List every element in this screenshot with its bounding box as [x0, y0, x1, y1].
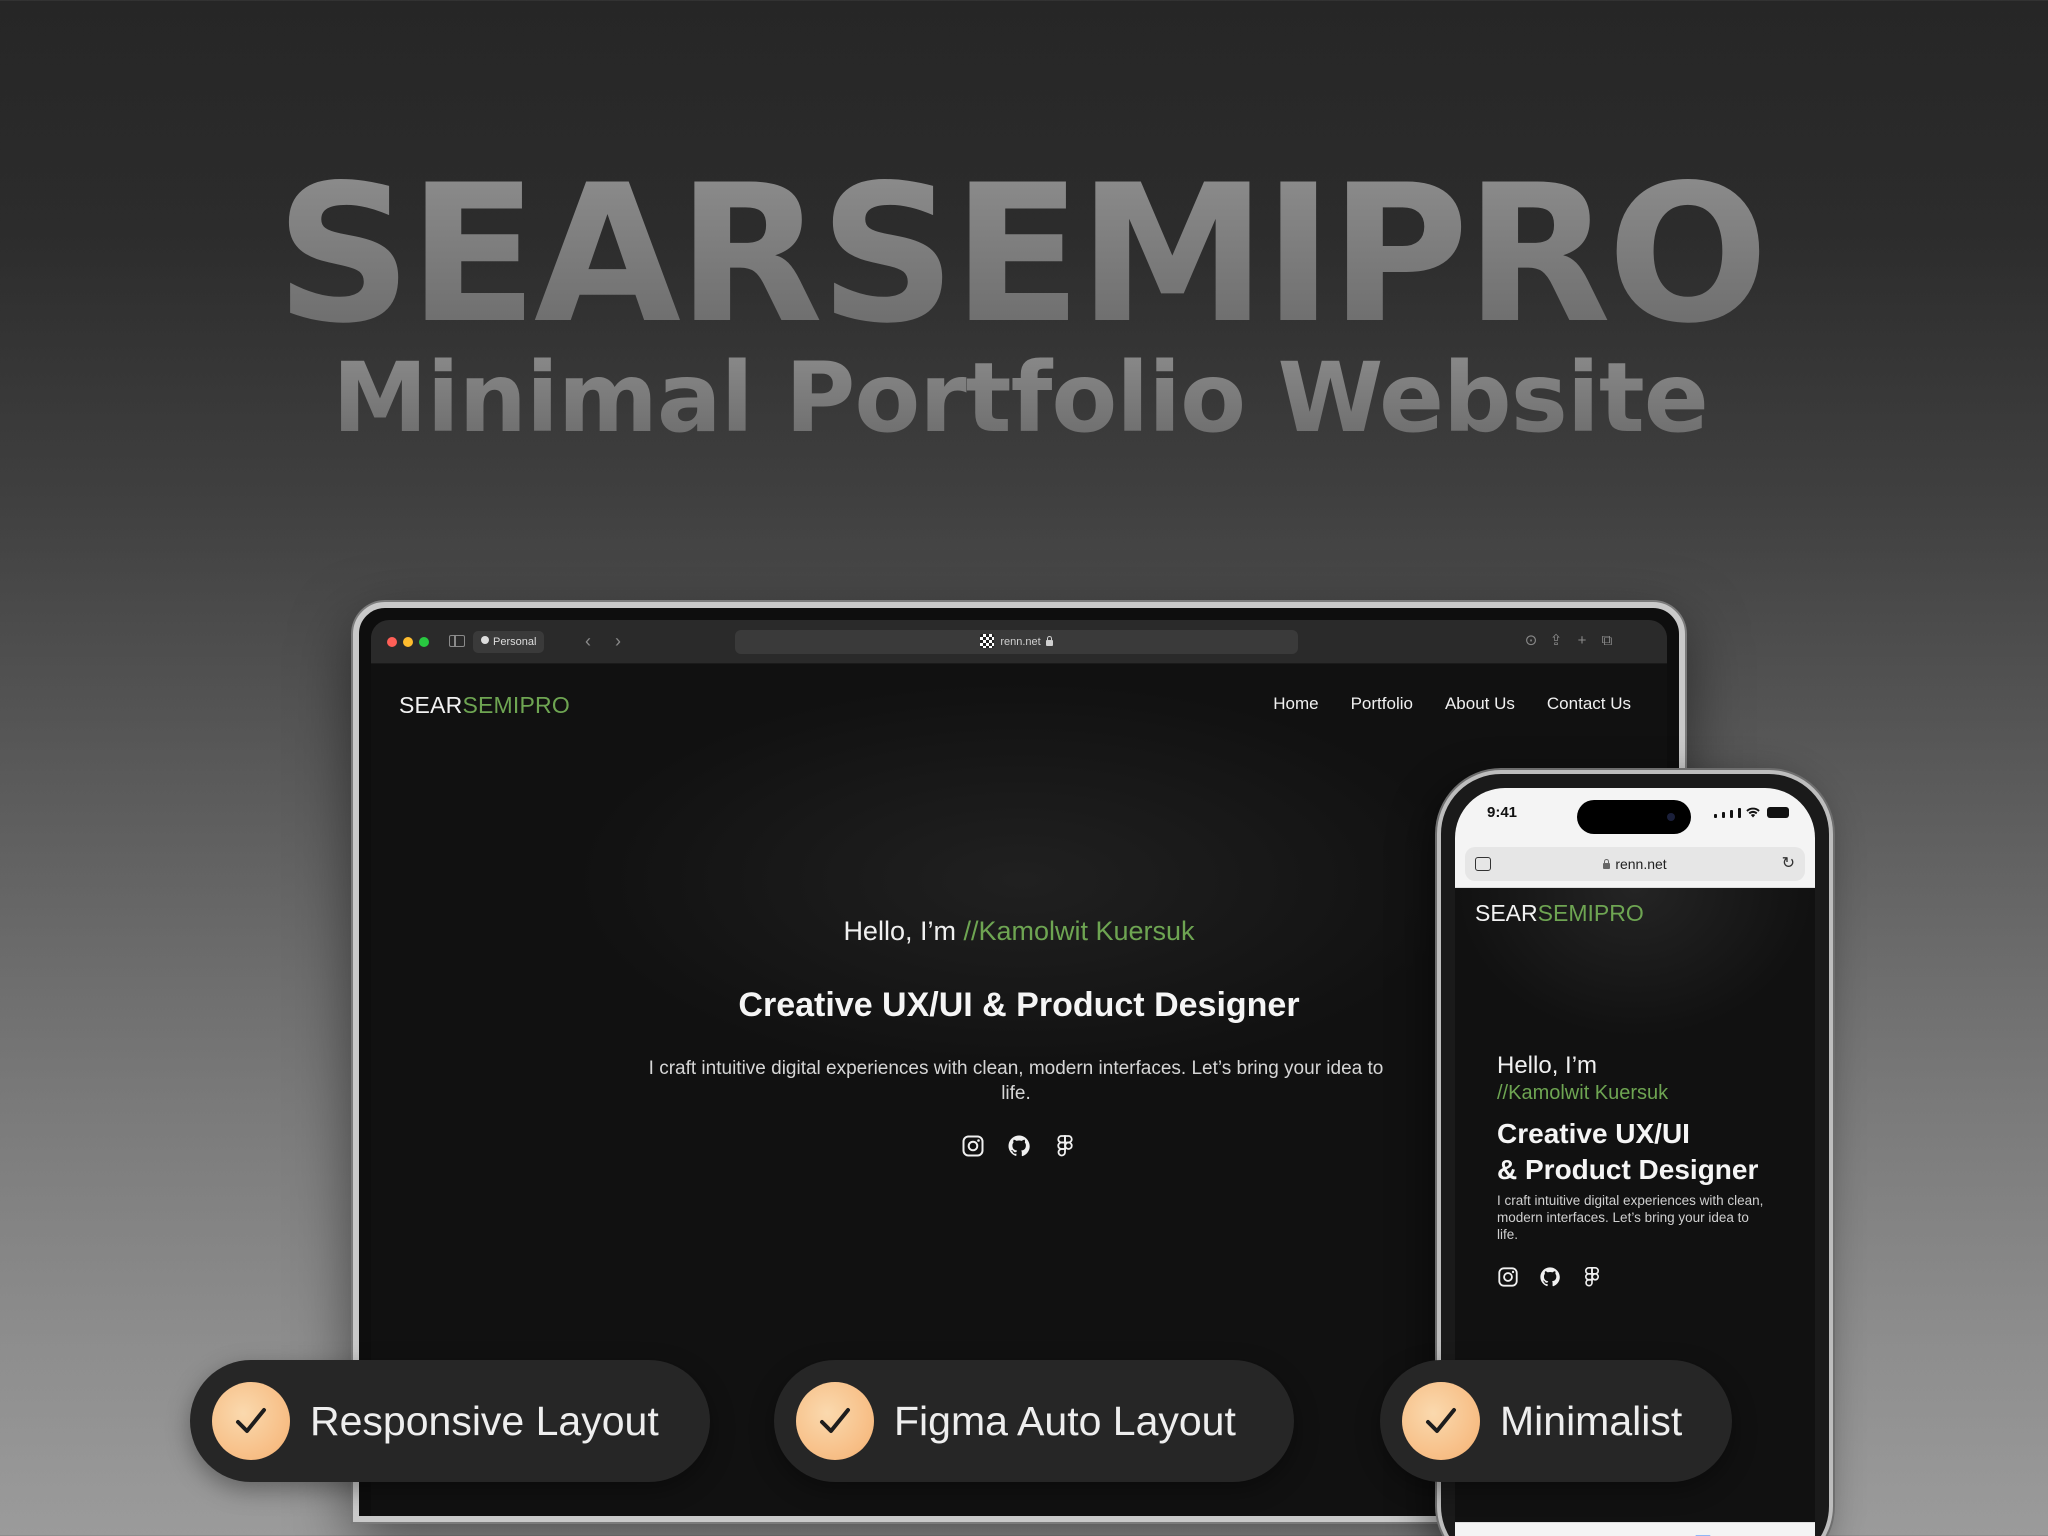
- mobile-greeting: Hello, I’m: [1497, 1052, 1598, 1079]
- browser-toolbar: Personal ‹ › renn.net ⊙ ⇪ + ⧉: [371, 620, 1667, 664]
- feature-label: Figma Auto Layout: [894, 1398, 1236, 1444]
- profile-label: Personal: [493, 636, 537, 648]
- feature-pill-responsive: Responsive Layout: [190, 1360, 710, 1482]
- nav-home[interactable]: Home: [1273, 694, 1318, 714]
- feature-label: Minimalist: [1500, 1398, 1683, 1444]
- headline-line-1: Creative UX/UI: [1497, 1118, 1690, 1149]
- profile-button[interactable]: Personal: [473, 631, 545, 653]
- close-window-button[interactable]: [387, 637, 397, 647]
- reload-icon[interactable]: ↻: [1782, 847, 1795, 881]
- figma-icon[interactable]: [1053, 1134, 1077, 1158]
- instagram-icon[interactable]: [1497, 1266, 1519, 1288]
- mobile-site-logo[interactable]: SEARSEMIPRO: [1475, 900, 1644, 927]
- site-nav: Home Portfolio About Us Contact Us: [1273, 694, 1631, 714]
- github-icon[interactable]: [1007, 1134, 1031, 1158]
- greeting-prefix: Hello, I’m: [843, 916, 964, 946]
- phone-url-text: renn.net: [1615, 856, 1667, 872]
- logo-accent: SEMIPRO: [462, 692, 570, 718]
- logo-accent: SEMIPRO: [1537, 900, 1644, 926]
- phone-address-bar[interactable]: renn.net ↻: [1465, 847, 1805, 881]
- sidebar-toggle-icon[interactable]: [449, 635, 465, 647]
- instagram-icon[interactable]: [961, 1134, 985, 1158]
- checkmark-icon: [1402, 1382, 1480, 1460]
- wifi-icon: [1746, 807, 1760, 818]
- phone-bottom-toolbar: ‹ › ⇪ ❐ ⧉: [1455, 1522, 1815, 1536]
- download-icon[interactable]: ⊙: [1523, 633, 1539, 649]
- chevron-left-icon[interactable]: ‹: [585, 632, 591, 650]
- designer-name: //Kamolwit Kuersuk: [963, 916, 1195, 946]
- logo-prefix: SEAR: [1475, 900, 1538, 926]
- logo-prefix: SEAR: [399, 692, 463, 718]
- nav-contact-us[interactable]: Contact Us: [1547, 694, 1631, 714]
- status-time: 9:41: [1487, 804, 1518, 821]
- minimize-window-button[interactable]: [403, 637, 413, 647]
- mobile-headline: Creative UX/UI & Product Designer: [1497, 1116, 1797, 1188]
- status-bar: 9:41: [1455, 788, 1815, 844]
- lock-icon: [1603, 859, 1611, 870]
- signal-icon: [1714, 814, 1717, 818]
- description: I craft intuitive digital experiences wi…: [648, 1058, 1384, 1104]
- plus-icon[interactable]: +: [1574, 633, 1590, 649]
- favicon-icon: [980, 634, 995, 649]
- mobile-social-links: [1497, 1266, 1603, 1288]
- nav-about-us[interactable]: About Us: [1445, 694, 1515, 714]
- dynamic-island: [1577, 800, 1691, 834]
- site-logo[interactable]: SEARSEMIPRO: [399, 692, 570, 719]
- feature-pill-figma: Figma Auto Layout: [774, 1360, 1294, 1482]
- feature-label: Responsive Layout: [310, 1398, 659, 1444]
- status-icons: [1714, 806, 1789, 818]
- page-menu-icon[interactable]: [1475, 857, 1491, 871]
- lock-icon: [1045, 636, 1053, 647]
- zoom-window-button[interactable]: [419, 637, 429, 647]
- checkmark-icon: [796, 1382, 874, 1460]
- checkmark-icon: [212, 1382, 290, 1460]
- person-icon: [481, 636, 489, 645]
- tabs-icon[interactable]: ⧉: [1599, 633, 1615, 649]
- mobile-designer-name: //Kamolwit Kuersuk: [1497, 1082, 1669, 1104]
- share-icon[interactable]: ⇪: [1548, 633, 1564, 649]
- hero-title: SEARSEMIPRO: [0, 160, 2040, 350]
- headline-line-2: & Product Designer: [1497, 1154, 1759, 1185]
- chevron-right-icon[interactable]: ›: [615, 632, 621, 650]
- nav-portfolio[interactable]: Portfolio: [1351, 694, 1413, 714]
- phone-browser-bar: renn.net ↻: [1455, 844, 1815, 888]
- url-text: renn.net: [1000, 636, 1041, 648]
- figma-icon[interactable]: [1581, 1266, 1603, 1288]
- mobile-description: I craft intuitive digital experiences wi…: [1497, 1193, 1764, 1242]
- github-icon[interactable]: [1539, 1266, 1561, 1288]
- hero-subtitle: Minimal Portfolio Website: [0, 350, 2040, 446]
- battery-icon: [1767, 807, 1789, 818]
- address-bar[interactable]: renn.net: [735, 630, 1298, 654]
- feature-pill-minimalist: Minimalist: [1380, 1360, 1732, 1482]
